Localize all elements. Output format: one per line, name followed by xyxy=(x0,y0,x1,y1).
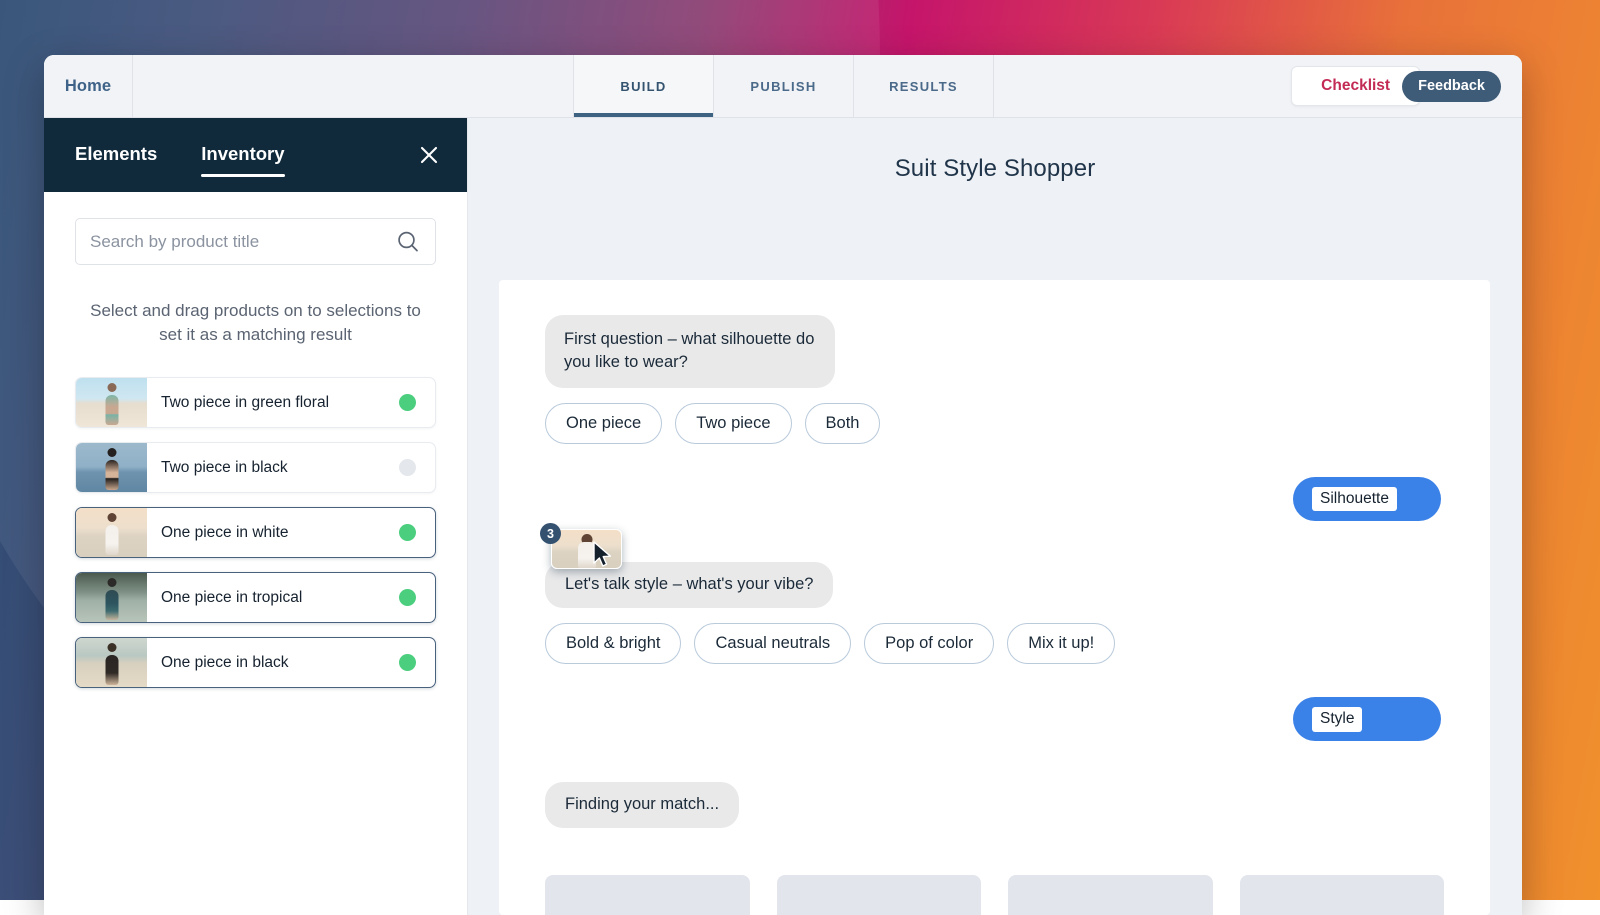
main-body: Elements Inventory xyxy=(44,118,1522,915)
status-dot xyxy=(399,394,416,411)
result-card[interactable] xyxy=(545,875,750,915)
product-title: Two piece in black xyxy=(147,459,399,477)
variable-tag: Style xyxy=(1312,707,1362,732)
user-answer-row-2: Style xyxy=(545,697,1444,741)
user-variable-pill[interactable]: Style xyxy=(1293,697,1441,741)
drag-count-badge: 3 xyxy=(540,523,561,544)
product-thumbnail xyxy=(76,378,147,427)
product-list-item[interactable]: One piece in tropical xyxy=(75,572,436,623)
option-chip-pop-of-color[interactable]: Pop of color xyxy=(864,623,994,664)
page-title: Suit Style Shopper xyxy=(468,118,1522,183)
bot-message: First question – what silhouette do you … xyxy=(545,315,835,388)
product-list-item[interactable]: Two piece in green floral xyxy=(75,377,436,428)
chat-block-question-1: First question – what silhouette do you … xyxy=(545,315,1444,444)
tab-results-label: RESULTS xyxy=(889,79,958,94)
option-label: Two piece xyxy=(696,414,770,433)
chat-inner: First question – what silhouette do you … xyxy=(499,280,1490,915)
bot-message: Let's talk style – what's your vibe? xyxy=(545,562,833,608)
status-dot xyxy=(399,654,416,671)
product-thumbnail xyxy=(76,508,147,557)
option-chip-one-piece[interactable]: One piece xyxy=(545,403,662,444)
option-chip-both[interactable]: Both xyxy=(805,403,881,444)
drag-hint-text: Select and drag products on to selection… xyxy=(75,299,436,347)
user-variable-pill[interactable]: Silhouette xyxy=(1293,477,1441,521)
product-thumbnail xyxy=(76,638,147,687)
product-thumbnail xyxy=(76,443,147,492)
home-button[interactable]: Home xyxy=(44,55,133,117)
inventory-sidebar: Elements Inventory xyxy=(44,118,468,915)
status-dot xyxy=(399,524,416,541)
sidebar-tab-elements-label: Elements xyxy=(75,143,157,164)
cursor-arrow-icon xyxy=(592,541,614,574)
feedback-button[interactable]: Feedback xyxy=(1402,71,1501,102)
search-field[interactable] xyxy=(75,218,436,265)
option-label: Mix it up! xyxy=(1028,634,1094,653)
sidebar-header: Elements Inventory xyxy=(44,118,467,192)
option-label: Both xyxy=(826,414,860,433)
chat-block-question-2: Let's talk style – what's your vibe? Bol… xyxy=(545,562,1444,664)
option-chip-bold-bright[interactable]: Bold & bright xyxy=(545,623,681,664)
result-card[interactable] xyxy=(1240,875,1445,915)
option-label: Casual neutrals xyxy=(715,634,830,653)
tab-build-label: BUILD xyxy=(620,79,666,94)
product-list-item[interactable]: One piece in black xyxy=(75,637,436,688)
sidebar-tab-inventory-label: Inventory xyxy=(201,143,284,164)
app-window: Home BUILD PUBLISH RESULTS Checklist Fee… xyxy=(44,55,1522,915)
tab-build[interactable]: BUILD xyxy=(574,55,714,117)
flow-canvas: Suit Style Shopper First question – what… xyxy=(468,118,1522,915)
variable-tag: Silhouette xyxy=(1312,487,1397,512)
option-label: Bold & bright xyxy=(566,634,660,653)
product-list: Two piece in green floral Two piece in b… xyxy=(75,377,436,688)
chat-preview-card: First question – what silhouette do you … xyxy=(499,280,1490,915)
tab-results[interactable]: RESULTS xyxy=(854,55,994,117)
chat-block-finding: Finding your match... xyxy=(545,782,1444,828)
status-dot xyxy=(399,459,416,476)
product-title: One piece in tropical xyxy=(147,589,399,607)
option-chip-two-piece[interactable]: Two piece xyxy=(675,403,791,444)
sidebar-tab-elements[interactable]: Elements xyxy=(75,143,157,168)
result-card[interactable] xyxy=(777,875,982,915)
sidebar-body: Select and drag products on to selection… xyxy=(44,192,467,915)
option-row-1: One piece Two piece Both xyxy=(545,403,1444,444)
option-label: One piece xyxy=(566,414,641,433)
product-list-item[interactable]: Two piece in black xyxy=(75,442,436,493)
home-label: Home xyxy=(65,77,111,96)
feedback-label: Feedback xyxy=(1418,78,1485,94)
checklist-button[interactable]: Checklist xyxy=(1291,66,1420,106)
product-list-item[interactable]: One piece in white xyxy=(75,507,436,558)
topbar-actions: Checklist Feedback xyxy=(994,55,1522,117)
tab-publish-label: PUBLISH xyxy=(750,79,816,94)
close-icon[interactable] xyxy=(416,142,442,168)
option-chip-casual-neutrals[interactable]: Casual neutrals xyxy=(694,623,851,664)
option-row-2: Bold & bright Casual neutrals Pop of col… xyxy=(545,623,1444,664)
user-answer-row-1: Silhouette xyxy=(545,477,1444,521)
product-title: One piece in black xyxy=(147,654,399,672)
checklist-label: Checklist xyxy=(1321,77,1390,95)
option-chip-mix-it-up[interactable]: Mix it up! xyxy=(1007,623,1115,664)
product-title: One piece in white xyxy=(147,524,399,542)
result-card[interactable] xyxy=(1008,875,1213,915)
bot-message: Finding your match... xyxy=(545,782,739,828)
spacer xyxy=(545,521,1444,562)
status-dot xyxy=(399,589,416,606)
product-thumbnail xyxy=(76,573,147,622)
tab-publish[interactable]: PUBLISH xyxy=(714,55,854,117)
search-input[interactable] xyxy=(90,232,395,252)
option-label: Pop of color xyxy=(885,634,973,653)
search-icon[interactable] xyxy=(395,229,421,255)
top-navigation-bar: Home BUILD PUBLISH RESULTS Checklist Fee… xyxy=(44,55,1522,118)
product-title: Two piece in green floral xyxy=(147,394,399,412)
spacer xyxy=(545,741,1444,782)
topbar-spacer xyxy=(133,55,574,117)
result-card-row xyxy=(545,875,1444,915)
sidebar-tab-inventory[interactable]: Inventory xyxy=(201,143,284,168)
